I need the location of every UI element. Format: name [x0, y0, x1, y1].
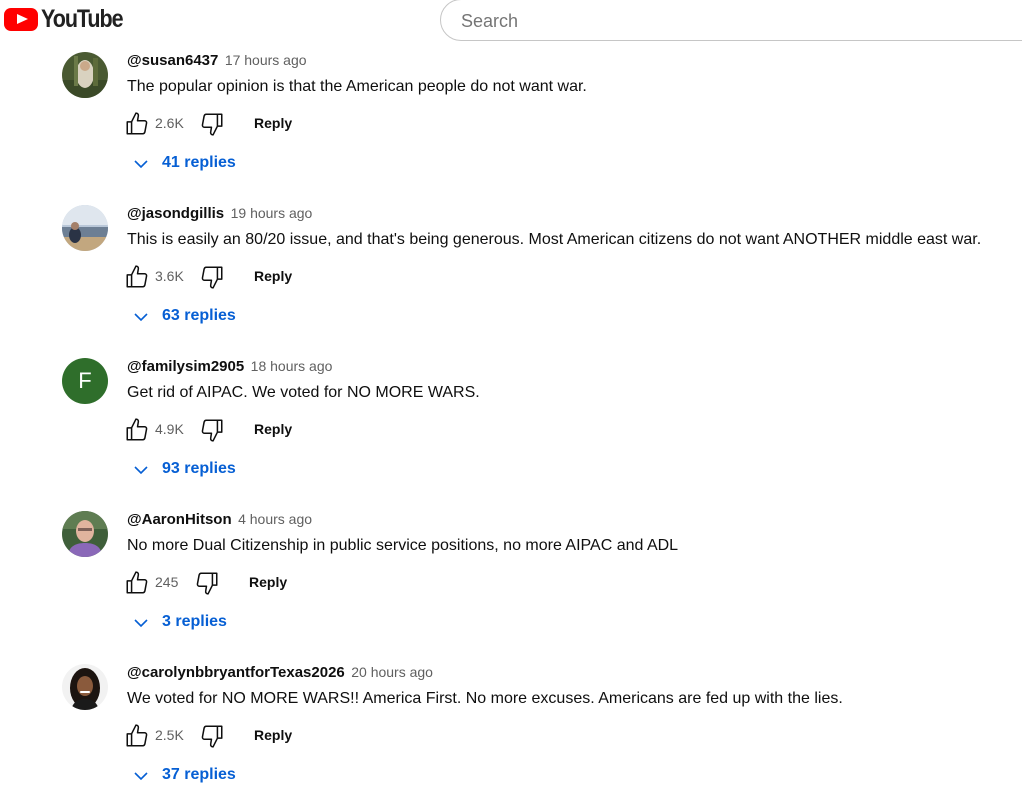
- comment-thread: @susan6437 17 hours ago The popular opin…: [0, 52, 1022, 204]
- comment-actions: 245 Reply: [124, 570, 424, 596]
- comment-thread: F @familysim2905 18 hours ago Get rid of…: [0, 358, 1022, 510]
- reply-button[interactable]: Reply: [254, 421, 292, 437]
- thumbs-down-icon[interactable]: [199, 264, 225, 290]
- thumbs-down-icon[interactable]: [194, 570, 220, 596]
- comment-author[interactable]: @susan6437: [127, 52, 218, 69]
- chevron-down-icon: [134, 466, 148, 475]
- like-count: 4.9K: [155, 421, 184, 437]
- chevron-down-icon: [134, 772, 148, 781]
- chevron-down-icon: [134, 619, 148, 628]
- comment-thread: @jasondgillis 19 hours ago This is easil…: [0, 205, 1022, 357]
- comment-time[interactable]: 20 hours ago: [351, 664, 433, 680]
- thumbs-up-icon[interactable]: [124, 723, 150, 749]
- comment-time[interactable]: 17 hours ago: [225, 52, 307, 68]
- comment-author[interactable]: @AaronHitson: [127, 511, 232, 528]
- replies-count-label: 3 replies: [162, 613, 227, 630]
- youtube-comments-page: YouTube @susan6437 17 hours ago The popu…: [0, 0, 1022, 800]
- comment-actions: 3.6K Reply: [124, 264, 424, 290]
- like-count: 2.5K: [155, 727, 184, 743]
- like-count: 245: [155, 574, 179, 590]
- avatar[interactable]: F: [62, 358, 108, 404]
- thumbs-down-icon[interactable]: [199, 723, 225, 749]
- comment-time[interactable]: 4 hours ago: [238, 511, 312, 527]
- comment-actions: 4.9K Reply: [124, 417, 424, 443]
- replies-count-label: 93 replies: [162, 460, 236, 477]
- youtube-logo[interactable]: YouTube: [4, 4, 136, 33]
- like-count: 3.6K: [155, 268, 184, 284]
- comment-meta: @AaronHitson 4 hours ago: [127, 511, 312, 531]
- reply-button[interactable]: Reply: [254, 115, 292, 131]
- comment-thread: @carolynbbryantforTexas2026 20 hours ago…: [0, 664, 1022, 800]
- comment-time[interactable]: 18 hours ago: [251, 358, 333, 374]
- reply-button[interactable]: Reply: [254, 727, 292, 743]
- thumbs-down-icon[interactable]: [199, 111, 225, 137]
- youtube-logo-icon: [4, 7, 38, 31]
- like-count: 2.6K: [155, 115, 184, 131]
- comment-text: No more Dual Citizenship in public servi…: [127, 537, 679, 554]
- thumbs-up-icon[interactable]: [124, 264, 150, 290]
- replies-count-label: 41 replies: [162, 154, 236, 171]
- avatar[interactable]: [62, 664, 108, 710]
- comment-meta: @familysim2905 18 hours ago: [127, 358, 332, 378]
- chevron-down-icon: [134, 313, 148, 322]
- comment-actions: 2.5K Reply: [124, 723, 424, 749]
- reply-button[interactable]: Reply: [249, 574, 287, 590]
- avatar[interactable]: [62, 511, 108, 557]
- comment-text: We voted for NO MORE WARS!! America Firs…: [127, 690, 843, 707]
- comment-author[interactable]: @carolynbbryantforTexas2026: [127, 664, 345, 681]
- thumbs-up-icon[interactable]: [124, 111, 150, 137]
- search-box[interactable]: [440, 0, 1022, 41]
- thumbs-up-icon[interactable]: [124, 417, 150, 443]
- header: YouTube: [0, 0, 1022, 44]
- comment-text: Get rid of AIPAC. We voted for NO MORE W…: [127, 384, 480, 401]
- comment-meta: @susan6437 17 hours ago: [127, 52, 307, 72]
- comment-text: The popular opinion is that the American…: [127, 78, 587, 95]
- replies-count-label: 63 replies: [162, 307, 236, 324]
- search-input[interactable]: [459, 7, 963, 35]
- comment-author[interactable]: @jasondgillis: [127, 205, 224, 222]
- avatar[interactable]: [62, 205, 108, 251]
- comment-thread: @AaronHitson 4 hours ago No more Dual Ci…: [0, 511, 1022, 663]
- comment-text: This is easily an 80/20 issue, and that'…: [127, 231, 982, 248]
- thumbs-up-icon[interactable]: [124, 570, 150, 596]
- reply-button[interactable]: Reply: [254, 268, 292, 284]
- comment-author[interactable]: @familysim2905: [127, 358, 244, 375]
- avatar[interactable]: [62, 52, 108, 98]
- comment-meta: @jasondgillis 19 hours ago: [127, 205, 312, 225]
- chevron-down-icon: [134, 160, 148, 169]
- thumbs-down-icon[interactable]: [199, 417, 225, 443]
- replies-count-label: 37 replies: [162, 766, 236, 783]
- comment-meta: @carolynbbryantforTexas2026 20 hours ago: [127, 664, 433, 684]
- logo-text: YouTube: [41, 4, 124, 33]
- comment-time[interactable]: 19 hours ago: [231, 205, 313, 221]
- comment-actions: 2.6K Reply: [124, 111, 424, 137]
